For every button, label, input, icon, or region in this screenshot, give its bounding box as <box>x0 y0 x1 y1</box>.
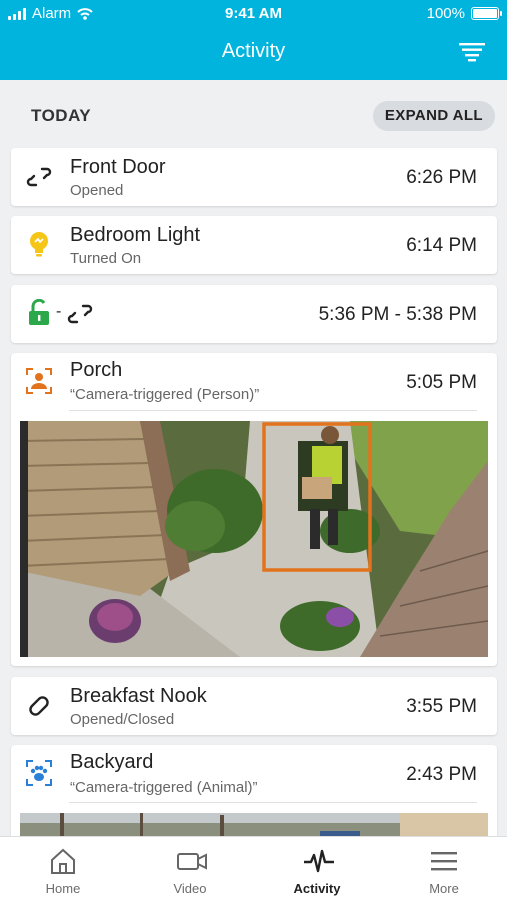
window-sensor-icon <box>29 696 49 716</box>
light-bulb-icon <box>30 232 48 257</box>
filter-icon[interactable] <box>459 42 485 62</box>
home-icon <box>51 848 75 874</box>
tab-label: Home <box>45 881 81 896</box>
event-name: Breakfast Nook <box>70 685 207 707</box>
event-time: 5:05 PM <box>406 372 477 393</box>
event-status: “Camera-triggered (Animal)” <box>70 779 258 796</box>
event-card-front-door[interactable]: Front Door Opened 6:26 PM <box>11 148 497 206</box>
door-sensor-icon <box>67 304 93 324</box>
tab-home[interactable]: Home <box>0 837 126 900</box>
event-name: Front Door <box>70 156 166 178</box>
separator-dash: - <box>56 303 62 320</box>
event-name: Porch <box>70 359 123 381</box>
camera-animal-icon <box>26 760 52 786</box>
bottom-tab-bar: Home Video Activity More <box>0 836 507 900</box>
tab-activity[interactable]: Activity <box>254 837 380 900</box>
battery-icon <box>471 7 502 20</box>
event-card-bedroom-light[interactable]: Bedroom Light Turned On 6:14 PM <box>11 216 497 274</box>
door-sensor-icon <box>26 167 52 187</box>
tab-more[interactable]: More <box>381 837 507 900</box>
event-name: Bedroom Light <box>70 224 201 246</box>
section-label: TODAY <box>31 106 92 125</box>
status-bar: Alarm 9:41 AM 100% <box>0 0 507 26</box>
porch-camera-thumbnail[interactable] <box>20 421 488 657</box>
event-status: Turned On <box>70 250 142 267</box>
tab-label: Activity <box>293 881 341 896</box>
video-camera-icon <box>177 853 207 870</box>
tab-label: More <box>429 881 459 896</box>
expand-all-button[interactable]: EXPAND ALL <box>372 101 495 131</box>
event-card-breakfast-nook[interactable]: Breakfast Nook Opened/Closed 3:55 PM <box>11 677 497 735</box>
event-status: Opened <box>70 182 124 199</box>
event-time: 2:43 PM <box>406 764 477 785</box>
event-time: 3:55 PM <box>406 696 477 717</box>
event-card-porch[interactable]: Porch “Camera-triggered (Person)” 5:05 P… <box>11 353 497 666</box>
activity-pulse-icon <box>304 849 334 873</box>
unlock-icon <box>29 299 49 325</box>
porch-camera-image <box>20 421 488 657</box>
event-time: 6:14 PM <box>406 235 477 256</box>
event-time-range: 5:36 PM - 5:38 PM <box>318 304 477 325</box>
event-status: “Camera-triggered (Person)” <box>70 386 260 403</box>
tab-label: Video <box>173 881 207 896</box>
app-header: Alarm 9:41 AM 100% Activity <box>0 0 507 80</box>
page-title: Activity <box>221 40 286 62</box>
battery-percent: 100% <box>426 5 465 22</box>
camera-person-icon <box>26 368 52 394</box>
event-name: Backyard <box>70 751 154 773</box>
event-status: Opened/Closed <box>70 711 175 728</box>
section-header: TODAY EXPAND ALL <box>0 98 507 136</box>
tab-video[interactable]: Video <box>127 837 253 900</box>
event-card-unlock-door[interactable]: - 5:36 PM - 5:38 PM <box>11 285 497 343</box>
menu-icon <box>431 852 457 871</box>
event-time: 6:26 PM <box>406 167 477 188</box>
event-card-backyard[interactable]: Backyard “Camera-triggered (Animal)” 2:4… <box>11 745 497 845</box>
